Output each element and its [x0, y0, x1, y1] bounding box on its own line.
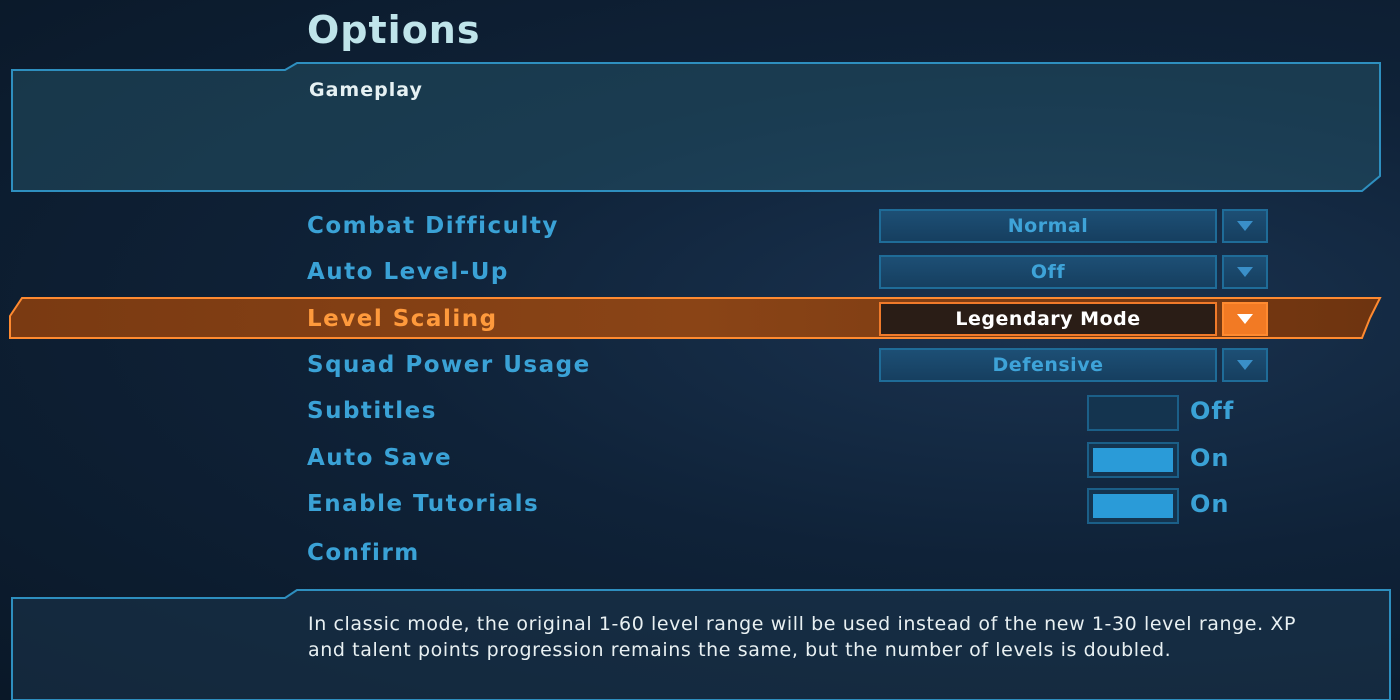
auto-save-label[interactable]: Auto Save: [307, 445, 452, 471]
squad-power-usage-dropdown[interactable]: Defensive: [879, 348, 1217, 382]
level-scaling-label[interactable]: Level Scaling: [307, 306, 498, 332]
enable-tutorials-toggle[interactable]: [1087, 488, 1179, 524]
enable-tutorials-value: On: [1190, 490, 1230, 518]
auto-level-up-dropdown-toggle[interactable]: [1222, 255, 1268, 289]
combat-difficulty-dropdown-toggle[interactable]: [1222, 209, 1268, 243]
enable-tutorials-label[interactable]: Enable Tutorials: [307, 491, 539, 517]
squad-power-usage-label[interactable]: Squad Power Usage: [307, 352, 591, 378]
level-scaling-dropdown-toggle[interactable]: [1222, 302, 1268, 336]
subtitles-toggle[interactable]: [1087, 395, 1179, 431]
auto-save-toggle[interactable]: [1087, 442, 1179, 478]
chevron-down-icon: [1237, 314, 1253, 324]
auto-level-up-label[interactable]: Auto Level-Up: [307, 259, 509, 285]
chevron-down-icon: [1237, 360, 1253, 370]
level-scaling-dropdown[interactable]: Legendary Mode: [879, 302, 1217, 336]
combat-difficulty-label[interactable]: Combat Difficulty: [307, 213, 559, 239]
chevron-down-icon: [1237, 267, 1253, 277]
subtitles-value: Off: [1190, 397, 1235, 425]
chevron-down-icon: [1237, 221, 1253, 231]
auto-level-up-dropdown[interactable]: Off: [879, 255, 1217, 289]
toggle-fill: [1093, 494, 1173, 518]
option-description: In classic mode, the original 1-60 level…: [308, 613, 1297, 661]
tab-gameplay[interactable]: Gameplay: [309, 79, 423, 101]
subtitles-label[interactable]: Subtitles: [307, 398, 437, 424]
auto-save-value: On: [1190, 444, 1230, 472]
combat-difficulty-dropdown[interactable]: Normal: [879, 209, 1217, 243]
confirm-button[interactable]: Confirm: [307, 540, 420, 566]
toggle-fill: [1093, 448, 1173, 472]
squad-power-usage-dropdown-toggle[interactable]: [1222, 348, 1268, 382]
